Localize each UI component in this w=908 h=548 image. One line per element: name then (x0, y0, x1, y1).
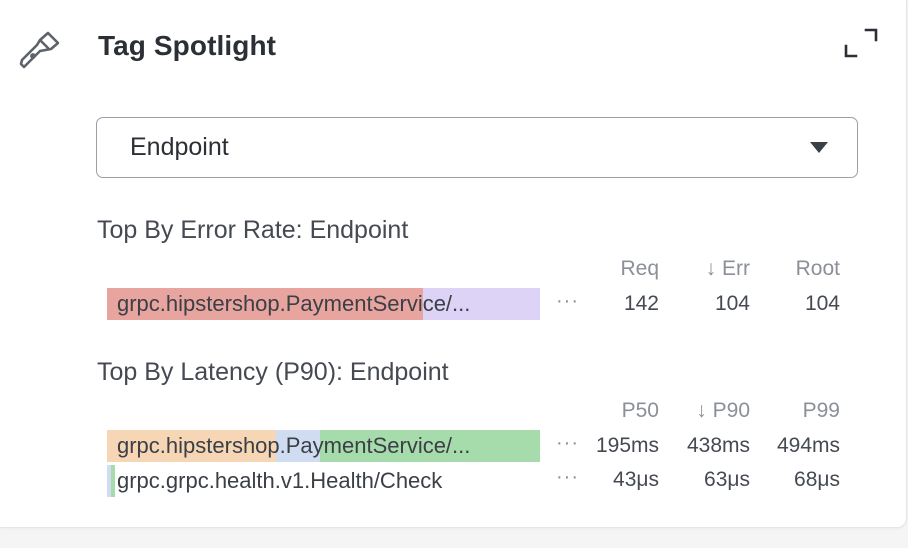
endpoint-name: grpc.grpc.health.v1.Health/Check (117, 468, 443, 493)
col-p99: P99 (802, 399, 840, 422)
p99-value: 494ms (776, 434, 840, 457)
latency-row-bar[interactable]: grpc.grpc.health.v1.Health/Check (107, 465, 540, 497)
root-value: 104 (804, 292, 840, 315)
flashlight-icon (18, 27, 62, 71)
select-value: Endpoint (130, 133, 229, 161)
caret-down-icon (810, 142, 828, 153)
expand-button[interactable] (840, 26, 880, 62)
col-err[interactable]: ↓ Err (650, 257, 750, 281)
error-row-bar[interactable]: grpc.hipstershop.PaymentService/... (107, 288, 540, 320)
col-p50: P50 (621, 399, 659, 422)
panel-title: Tag Spotlight (98, 30, 277, 61)
error-section-title: Top By Error Rate: Endpoint (97, 216, 409, 244)
expand-icon (844, 28, 878, 58)
endpoint-name: grpc.hipstershop.PaymentService/... (117, 291, 471, 316)
tag-spotlight-panel: Tag Spotlight Endpoint Top By Error Rate… (0, 0, 907, 528)
p99-bar-segment (111, 465, 115, 497)
p99-value: 68μs (794, 468, 840, 491)
endpoint-name: grpc.hipstershop.PaymentService/... (117, 433, 471, 458)
latency-section-title: Top By Latency (P90): Endpoint (97, 358, 449, 386)
col-p90[interactable]: ↓ P90 (650, 399, 750, 423)
latency-row-bar[interactable]: grpc.hipstershop.PaymentService/... (107, 430, 540, 462)
col-root: Root (795, 257, 840, 280)
tag-select-dropdown[interactable]: Endpoint (96, 117, 858, 178)
col-req: Req (620, 257, 659, 280)
